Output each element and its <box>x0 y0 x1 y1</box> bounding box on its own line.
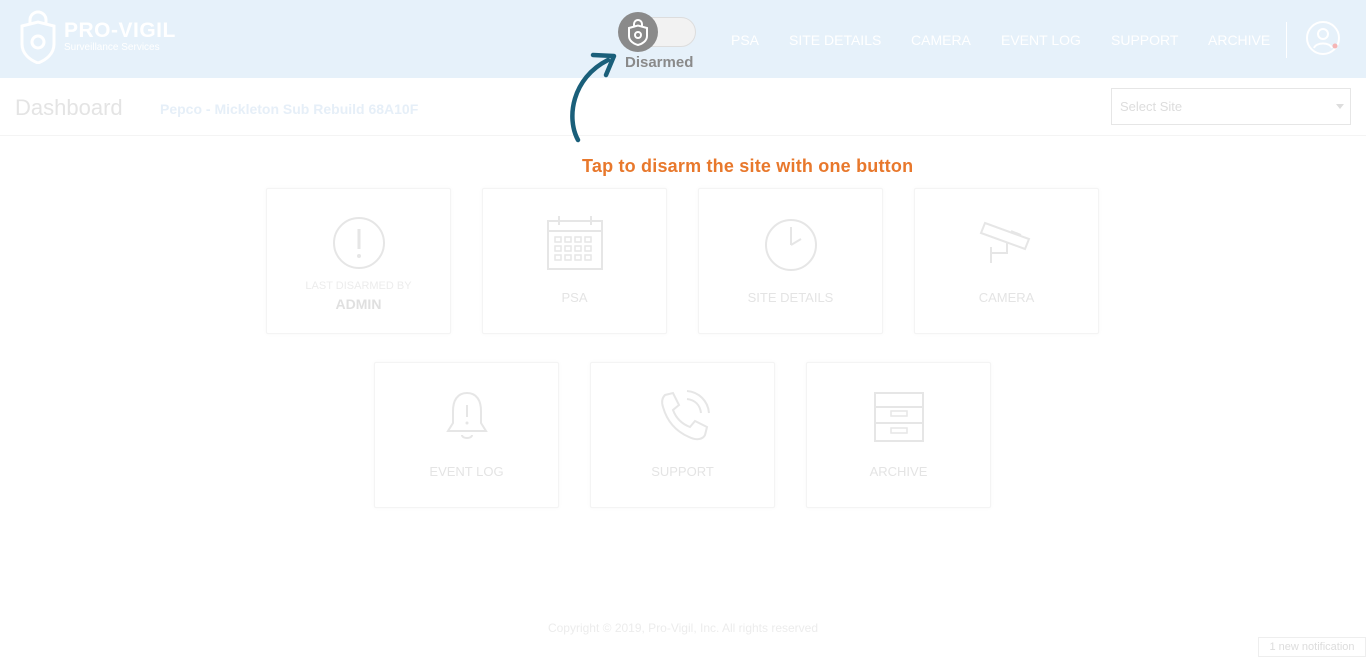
tile-archive-label: ARCHIVE <box>869 464 928 479</box>
phone-icon <box>660 390 710 441</box>
toggle-state-label: Disarmed <box>625 54 694 71</box>
tile-archive[interactable]: ARCHIVE <box>806 362 991 508</box>
dashboard-page: PRO-VIGIL Surveillance Services PSA SITE… <box>0 0 1366 657</box>
last-disarmed-caption: LAST DISARMED BY <box>305 280 412 292</box>
tile-event-log-label: EVENT LOG <box>429 464 504 479</box>
shield-lock-icon <box>20 10 56 64</box>
tile-event-log[interactable]: EVENT LOG <box>374 362 559 508</box>
bell-icon <box>445 391 488 439</box>
toggle-knob[interactable] <box>618 12 658 52</box>
brand-logo[interactable]: PRO-VIGIL Surveillance Services <box>18 10 176 64</box>
tile-last-disarmed[interactable]: LAST DISARMED BY ADMIN <box>266 188 451 334</box>
tile-camera-label: CAMERA <box>978 290 1035 305</box>
nav-item-camera[interactable]: CAMERA <box>911 32 971 48</box>
current-site-name: Pepco - Mickleton Sub Rebuild 68A10F <box>160 101 419 117</box>
clock-icon <box>764 219 817 271</box>
tile-support[interactable]: SUPPORT <box>590 362 775 508</box>
tile-psa[interactable]: PSA <box>482 188 667 334</box>
notification-badge[interactable]: 1 new notification <box>1258 637 1366 657</box>
page-title: Dashboard <box>15 95 123 120</box>
shield-lock-icon <box>628 19 648 46</box>
hint-text: Tap to disarm the site with one button <box>582 156 914 176</box>
tile-site-details[interactable]: SITE DETAILS <box>698 188 883 334</box>
tile-camera[interactable]: CAMERA <box>914 188 1099 334</box>
user-avatar-icon[interactable] <box>1305 20 1341 56</box>
exclamation-circle-icon <box>332 217 385 269</box>
nav-item-site-details[interactable]: SITE DETAILS <box>789 32 881 48</box>
site-select-placeholder: Select Site <box>1120 99 1183 114</box>
tile-psa-label: PSA <box>561 290 588 305</box>
calendar-icon <box>546 216 603 270</box>
brand-title: PRO-VIGIL <box>64 19 176 42</box>
arm-disarm-toggle[interactable] <box>618 12 698 52</box>
nav-item-event-log[interactable]: EVENT LOG <box>1001 32 1081 48</box>
security-camera-icon <box>979 221 1030 263</box>
last-disarmed-value: ADMIN <box>335 296 382 312</box>
brand-subtitle: Surveillance Services <box>64 42 160 53</box>
chevron-down-icon <box>1336 104 1344 109</box>
footer-copyright: Copyright © 2019, Pro-Vigil, Inc. All ri… <box>547 621 819 635</box>
hint-arrow-icon <box>570 52 617 143</box>
archive-box-icon <box>873 392 924 442</box>
tile-support-label: SUPPORT <box>651 464 714 479</box>
tile-site-details-label: SITE DETAILS <box>747 290 834 305</box>
nav-item-support[interactable]: SUPPORT <box>1111 32 1178 48</box>
nav-item-psa[interactable]: PSA <box>731 32 759 48</box>
site-select[interactable]: Select Site <box>1111 88 1351 125</box>
nav-item-archive[interactable]: ARCHIVE <box>1208 32 1270 48</box>
nav-divider <box>1286 22 1287 58</box>
